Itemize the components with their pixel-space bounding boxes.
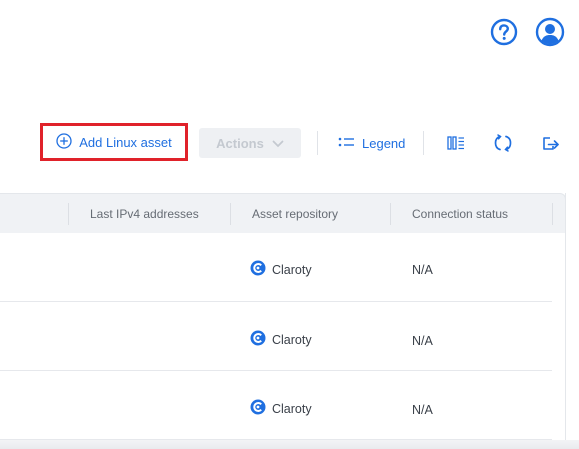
connection-status: N/A [412, 334, 433, 348]
legend-icon [338, 136, 355, 151]
table-header: Last IPv4 addresses Asset repository Con… [0, 193, 566, 233]
column-divider [552, 203, 553, 225]
horizontal-scrollbar[interactable] [0, 440, 579, 449]
table-row[interactable]: Claroty N/A [0, 371, 552, 440]
column-divider [230, 203, 231, 225]
claroty-logo-icon [250, 399, 266, 418]
toolbar-divider [423, 131, 424, 155]
table-row[interactable]: Claroty N/A [0, 233, 552, 302]
repository-cell: Claroty [250, 399, 312, 418]
connection-status: N/A [412, 263, 433, 277]
connection-status: N/A [412, 403, 433, 417]
column-header-connection-status[interactable]: Connection status [412, 194, 508, 234]
assets-table: Last IPv4 addresses Asset repository Con… [0, 193, 566, 449]
column-header-asset-repository[interactable]: Asset repository [252, 194, 338, 234]
table-row[interactable]: Claroty N/A [0, 302, 552, 371]
columns-icon[interactable] [445, 133, 467, 153]
top-bar [0, 0, 579, 70]
table-border [565, 193, 566, 449]
refresh-icon[interactable] [492, 133, 514, 153]
help-icon[interactable] [489, 17, 519, 47]
legend-button[interactable]: Legend [338, 129, 405, 157]
repository-name: Claroty [272, 401, 312, 416]
actions-dropdown-button[interactable]: Actions [199, 128, 301, 158]
column-header-last-ipv4[interactable]: Last IPv4 addresses [90, 194, 199, 234]
add-linux-asset-label: Add Linux asset [79, 134, 172, 150]
legend-label: Legend [362, 135, 406, 151]
chevron-down-icon [272, 136, 284, 151]
export-icon[interactable] [540, 133, 562, 153]
toolbar-divider [317, 131, 318, 155]
actions-label: Actions [216, 135, 264, 151]
repository-name: Claroty [272, 332, 312, 347]
column-divider [68, 203, 69, 225]
add-linux-asset-button[interactable]: Add Linux asset [40, 123, 188, 161]
plus-circle-icon [56, 132, 72, 152]
repository-cell: Claroty [250, 330, 312, 349]
toolbar: Add Linux asset Actions Legend [0, 115, 579, 171]
repository-name: Claroty [272, 262, 312, 277]
user-icon[interactable] [535, 17, 565, 47]
claroty-logo-icon [250, 260, 266, 279]
repository-cell: Claroty [250, 260, 312, 279]
column-divider [390, 203, 391, 225]
claroty-logo-icon [250, 330, 266, 349]
